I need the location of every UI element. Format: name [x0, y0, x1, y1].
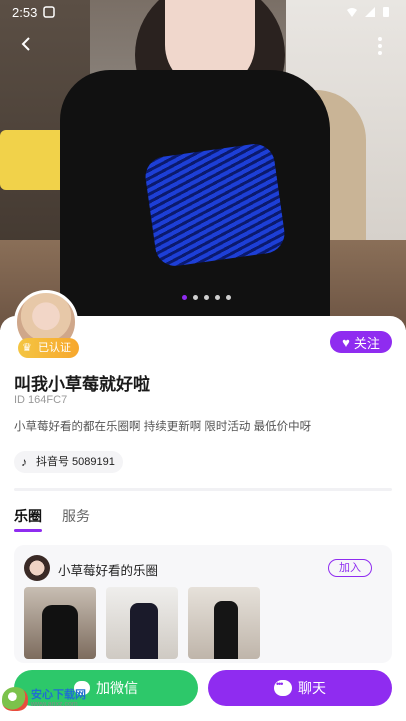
notification-icon	[43, 6, 56, 18]
group-card[interactable]: 小草莓好看的乐圈 加入	[14, 545, 392, 663]
tab-lequan[interactable]: 乐圈	[14, 506, 42, 532]
douyin-account-badge[interactable]: ♪ 抖音号 5089191	[14, 451, 123, 473]
profile-bio: 小草莓好看的都在乐圈啊 持续更新啊 限时活动 最低价中呀	[14, 421, 312, 433]
pager-dot	[215, 295, 220, 300]
verified-label: 已认证	[38, 342, 71, 354]
join-group-button[interactable]: 加入	[328, 559, 372, 577]
group-thumbnails	[24, 587, 260, 659]
douyin-label: 抖音号 5089191	[36, 456, 115, 468]
chat-label: 聊天	[298, 680, 326, 696]
more-dot-icon	[378, 51, 382, 55]
status-bar: 2:53	[0, 0, 406, 24]
pager-dot	[204, 295, 209, 300]
pager-dot-active	[182, 295, 187, 300]
chat-button[interactable]: 聊天	[208, 670, 392, 706]
heart-icon: ♥	[342, 334, 350, 350]
wifi-icon	[346, 6, 358, 18]
profile-photo[interactable]	[0, 0, 406, 330]
tab-service[interactable]: 服务	[62, 506, 90, 532]
profile-name: 叫我小草莓就好啦	[14, 375, 150, 394]
status-left: 2:53	[12, 4, 56, 20]
back-button[interactable]	[14, 34, 38, 58]
watermark-title: 安心下载网	[31, 689, 86, 701]
more-dot-icon	[378, 37, 382, 41]
status-time: 2:53	[12, 4, 38, 20]
photo-shirt-print	[142, 141, 288, 269]
back-arrow-icon	[21, 37, 30, 51]
profile-tabs: 乐圈 服务	[14, 506, 90, 532]
signal-icon	[364, 6, 376, 18]
tiktok-icon: ♪	[21, 455, 27, 469]
follow-label: 关注	[353, 335, 380, 351]
add-wechat-label: 加微信	[96, 680, 138, 696]
watermark-sub: www.anxz.com	[31, 701, 78, 708]
watermark-logo-icon	[2, 687, 28, 711]
chat-bubble-icon	[274, 679, 292, 696]
verified-badge: ♛ 已认证	[18, 338, 79, 358]
section-divider	[14, 488, 392, 491]
photo-person	[40, 0, 330, 330]
battery-icon	[382, 6, 394, 18]
more-dot-icon	[378, 44, 382, 48]
group-thumbnail[interactable]	[24, 587, 96, 659]
pager-dot	[226, 295, 231, 300]
group-thumbnail[interactable]	[106, 587, 178, 659]
profile-id: ID 164FC7	[14, 394, 68, 406]
group-name: 小草莓好看的乐圈	[58, 564, 159, 578]
site-watermark: 安心下载网 www.anxz.com	[2, 684, 102, 714]
status-right	[346, 6, 394, 18]
photo-pager-dots	[182, 295, 231, 300]
more-options-button[interactable]	[368, 34, 392, 58]
follow-button[interactable]: ♥ 关注	[330, 331, 392, 353]
group-thumbnail[interactable]	[188, 587, 260, 659]
pager-dot	[193, 295, 198, 300]
crown-icon: ♛	[22, 342, 32, 354]
watermark-text-block: 安心下载网 www.anxz.com	[31, 689, 86, 709]
group-avatar	[24, 555, 50, 581]
